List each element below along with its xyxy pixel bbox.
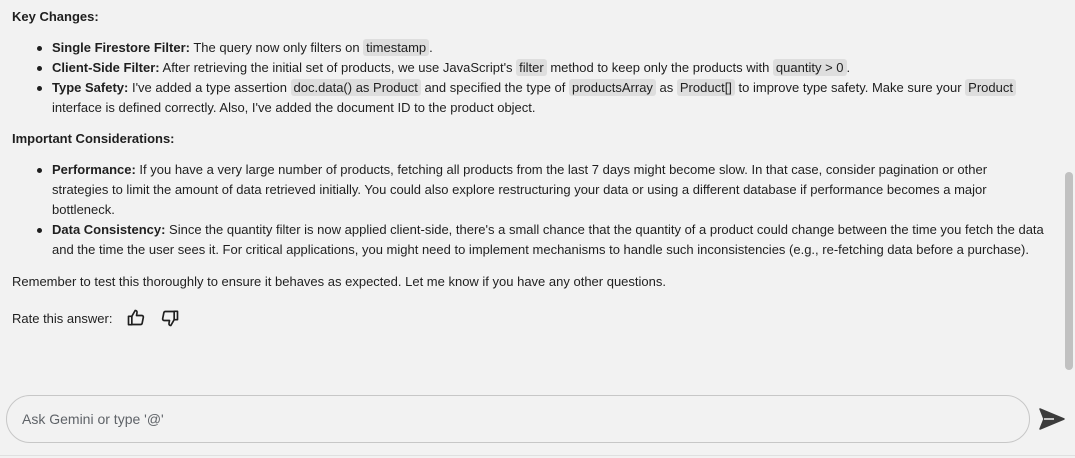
considerations-heading: Important Considerations: — [12, 131, 175, 146]
prompt-input[interactable] — [7, 396, 1029, 442]
key-changes-heading: Key Changes: — [12, 9, 99, 24]
inline-code: doc.data() as Product — [290, 79, 421, 96]
inline-code: quantity > 0 — [772, 59, 847, 76]
vertical-scrollbar[interactable] — [1062, 0, 1075, 378]
inline-code: filter — [516, 59, 547, 76]
thumbs-up-icon[interactable] — [124, 306, 148, 330]
item-title: Performance: — [52, 162, 136, 177]
item-text: Since the quantity filter is now applied… — [52, 222, 1044, 257]
item-text: I've added a type assertion — [128, 80, 291, 95]
rate-label: Rate this answer: — [12, 310, 113, 326]
item-text: If you have a very large number of produ… — [52, 162, 988, 217]
inline-code: Product — [965, 79, 1016, 96]
list-item: Performance: If you have a very large nu… — [12, 160, 1044, 220]
closing-text: Remember to test this thoroughly to ensu… — [12, 274, 666, 289]
bottom-divider — [0, 455, 1075, 456]
chat-response: Key Changes: Single Firestore Filter: Th… — [0, 0, 1060, 378]
list-item: Single Firestore Filter: The query now o… — [12, 38, 1044, 58]
item-text: interface is defined correctly. Also, I'… — [52, 100, 536, 115]
thumbs-down-icon[interactable] — [158, 306, 182, 330]
item-text: method to keep only the products with — [546, 60, 773, 75]
item-text: as — [655, 80, 677, 95]
inline-code: productsArray — [569, 79, 656, 96]
item-text: The query now only filters on — [189, 40, 364, 55]
item-text: After retrieving the initial set of prod… — [159, 60, 517, 75]
item-title: Client-Side Filter: — [52, 60, 160, 75]
item-title: Type Safety: — [52, 80, 129, 95]
item-text: . — [846, 60, 851, 75]
scrollbar-thumb[interactable] — [1065, 172, 1073, 370]
key-changes-list: Single Firestore Filter: The query now o… — [12, 38, 1060, 118]
item-title: Data Consistency: — [52, 222, 166, 237]
item-text: . — [429, 40, 433, 55]
list-item: Client-Side Filter: After retrieving the… — [12, 58, 1044, 78]
item-text: and specified the type of — [420, 80, 569, 95]
item-title: Single Firestore Filter: — [52, 40, 190, 55]
considerations-list: Performance: If you have a very large nu… — [12, 160, 1060, 260]
item-text: to improve type safety. Make sure your — [734, 80, 966, 95]
list-item: Type Safety: I've added a type assertion… — [12, 78, 1044, 118]
prompt-input-container — [6, 395, 1030, 443]
send-icon[interactable] — [1038, 406, 1066, 432]
inline-code: timestamp — [363, 39, 430, 56]
rating-row: Rate this answer: — [12, 308, 1060, 328]
inline-code: Product[] — [676, 79, 735, 96]
list-item: Data Consistency: Since the quantity fil… — [12, 220, 1044, 260]
